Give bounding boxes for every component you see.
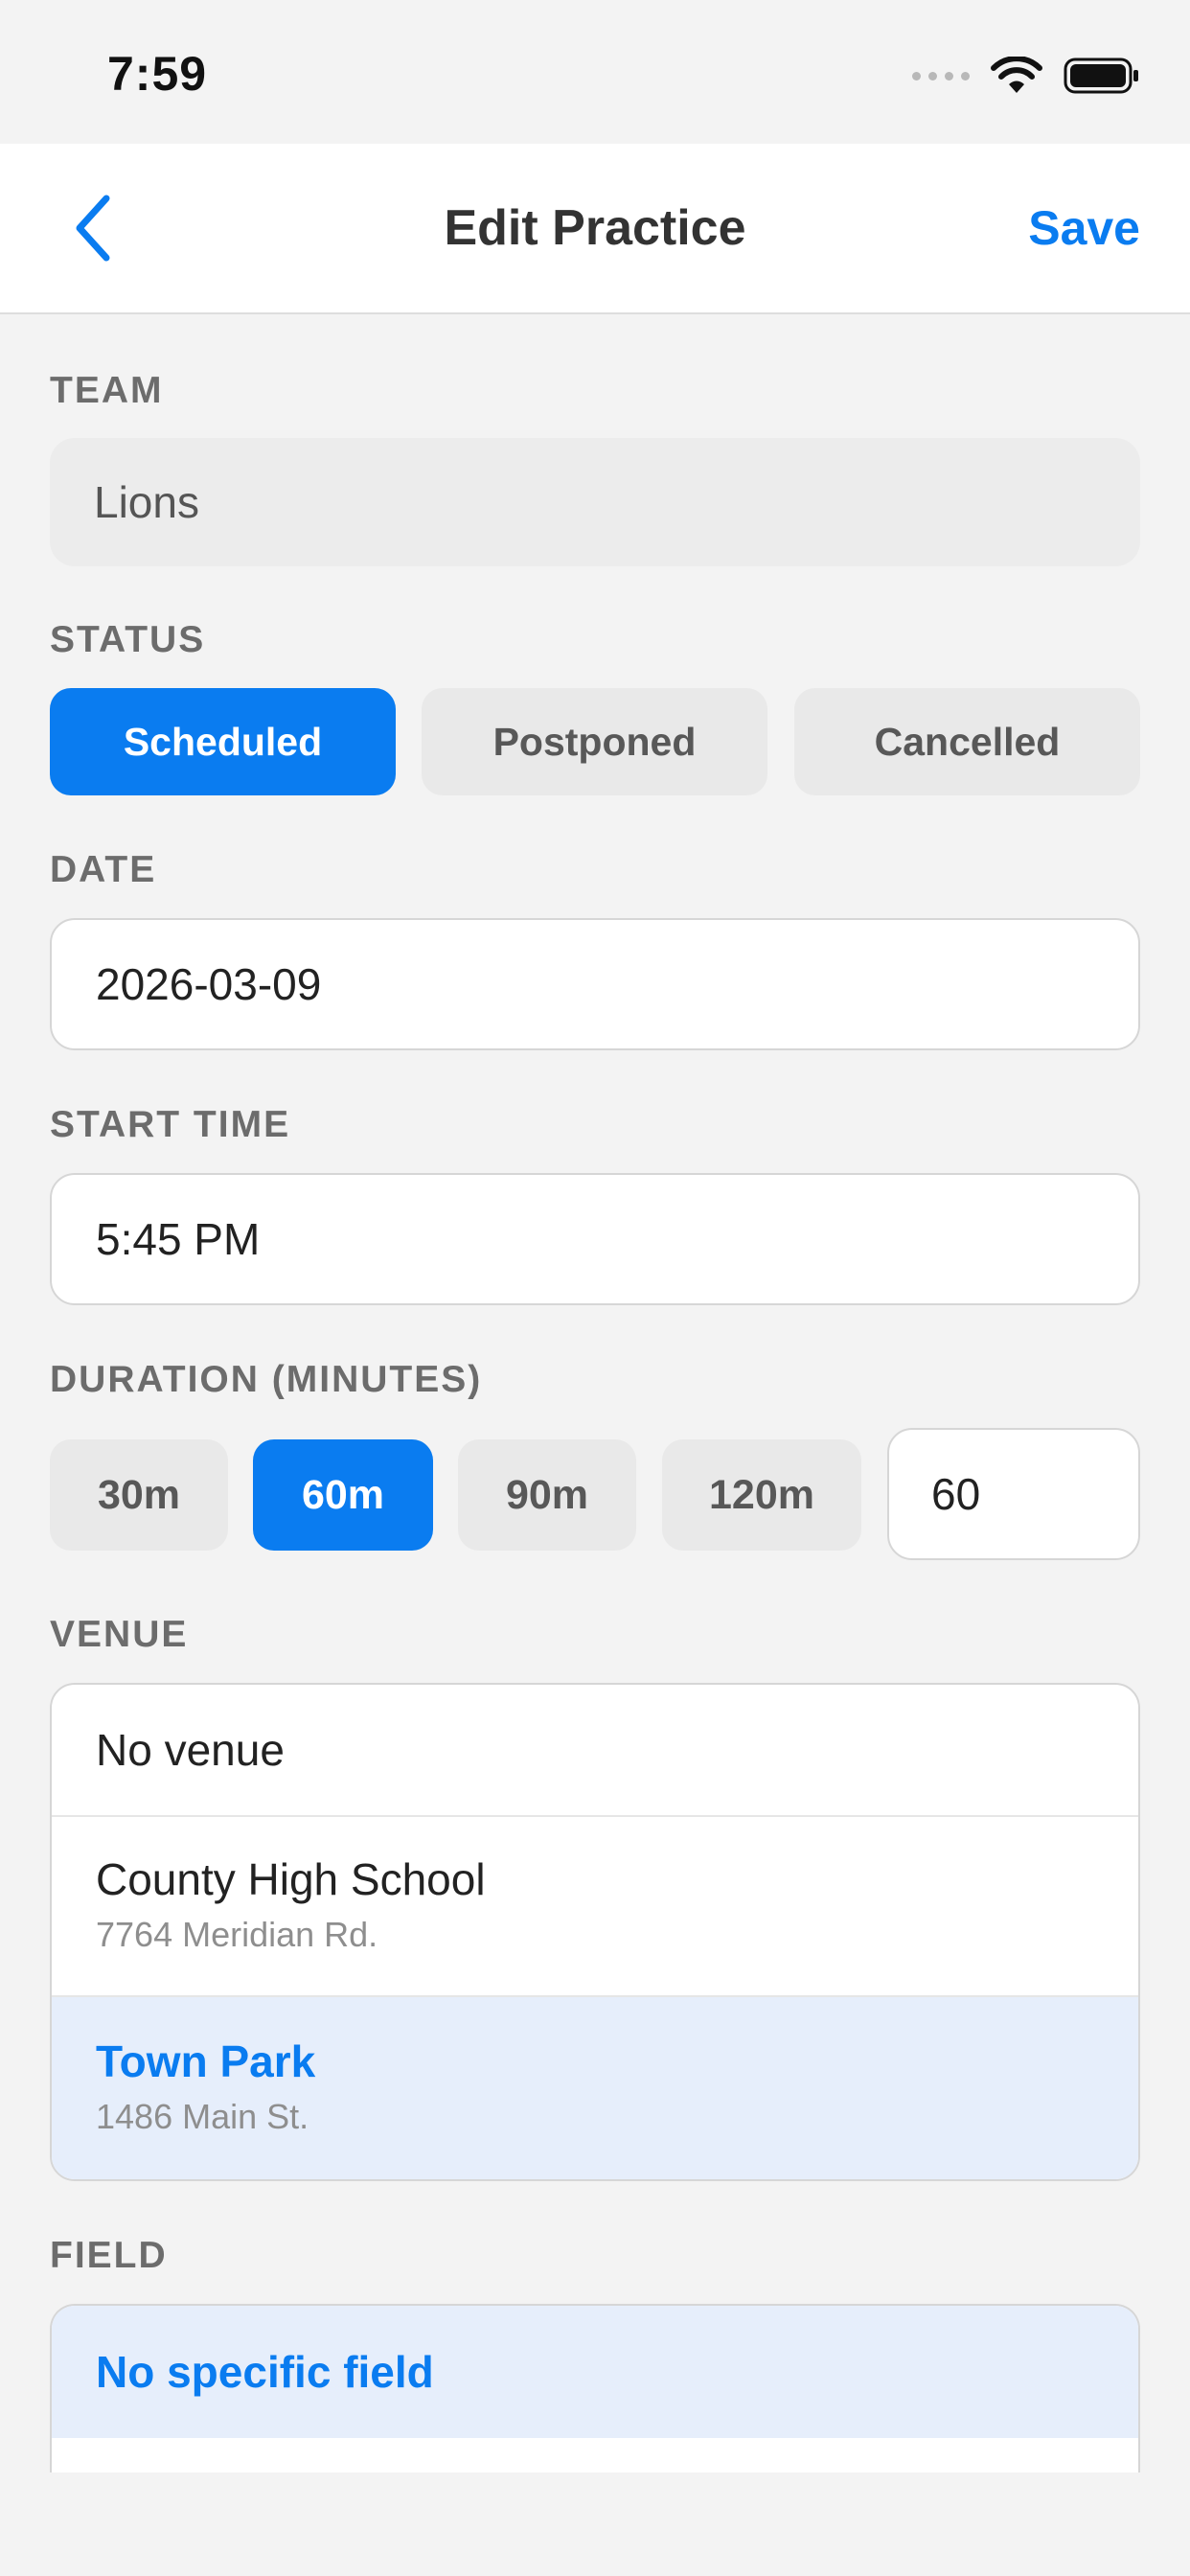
status-option-scheduled[interactable]: Scheduled [50,688,396,795]
field-list: No specific field [50,2304,1140,2472]
status-label: STATUS [50,619,206,660]
field-option-label: No specific field [96,2347,434,2397]
status-icons [912,54,1140,98]
duration-label: DURATION (MINUTES) [50,1359,483,1400]
save-button[interactable]: Save [1028,144,1140,312]
date-field[interactable]: 2026-03-09 [50,918,1140,1050]
duration-option-120m[interactable]: 120m [662,1439,861,1551]
duration-option-60m[interactable]: 60m [253,1439,433,1551]
venue-name: Town Park [96,2036,316,2086]
venue-list: No venue County High School 7764 Meridia… [50,1683,1140,2181]
venue-name: County High School [96,1854,486,1904]
wifi-icon [991,57,1042,93]
venue-label: VENUE [50,1614,189,1655]
duration-option-90m[interactable]: 90m [458,1439,636,1551]
duration-option-30m[interactable]: 30m [50,1439,228,1551]
cellular-signal-icon [912,71,970,80]
venue-address: 7764 Meridian Rd. [96,1915,378,1954]
battery-icon [1064,58,1138,94]
status-option-cancelled[interactable]: Cancelled [794,688,1140,795]
status-option-postponed[interactable]: Postponed [422,688,767,795]
field-option-no-specific-field[interactable]: No specific field [52,2306,1138,2438]
start-time-field[interactable]: 5:45 PM [50,1173,1140,1305]
venue-address: 1486 Main St. [96,2097,309,2136]
venue-option-no-venue[interactable]: No venue [52,1685,1138,1817]
navigation-bar: Edit Practice Save [0,144,1190,314]
team-label: TEAM [50,370,164,411]
venue-option-town-park[interactable]: Town Park 1486 Main St. [52,1997,1138,2179]
team-value: Lions [94,477,199,527]
status-time: 7:59 [107,47,208,101]
page-title: Edit Practice [444,200,746,256]
team-field: Lions [50,438,1140,566]
venue-option-county-high-school[interactable]: County High School 7764 Meridian Rd. [52,1817,1138,1997]
date-label: DATE [50,849,157,890]
duration-custom-value: 60 [931,1469,981,1519]
date-value: 2026-03-09 [96,959,322,1009]
duration-custom-input[interactable]: 60 [887,1428,1140,1560]
start-time-label: START TIME [50,1104,291,1145]
status-bar: 7:59 [0,0,1190,144]
field-label: FIELD [50,2235,168,2276]
start-time-value: 5:45 PM [96,1214,261,1264]
venue-name: No venue [96,1725,285,1775]
